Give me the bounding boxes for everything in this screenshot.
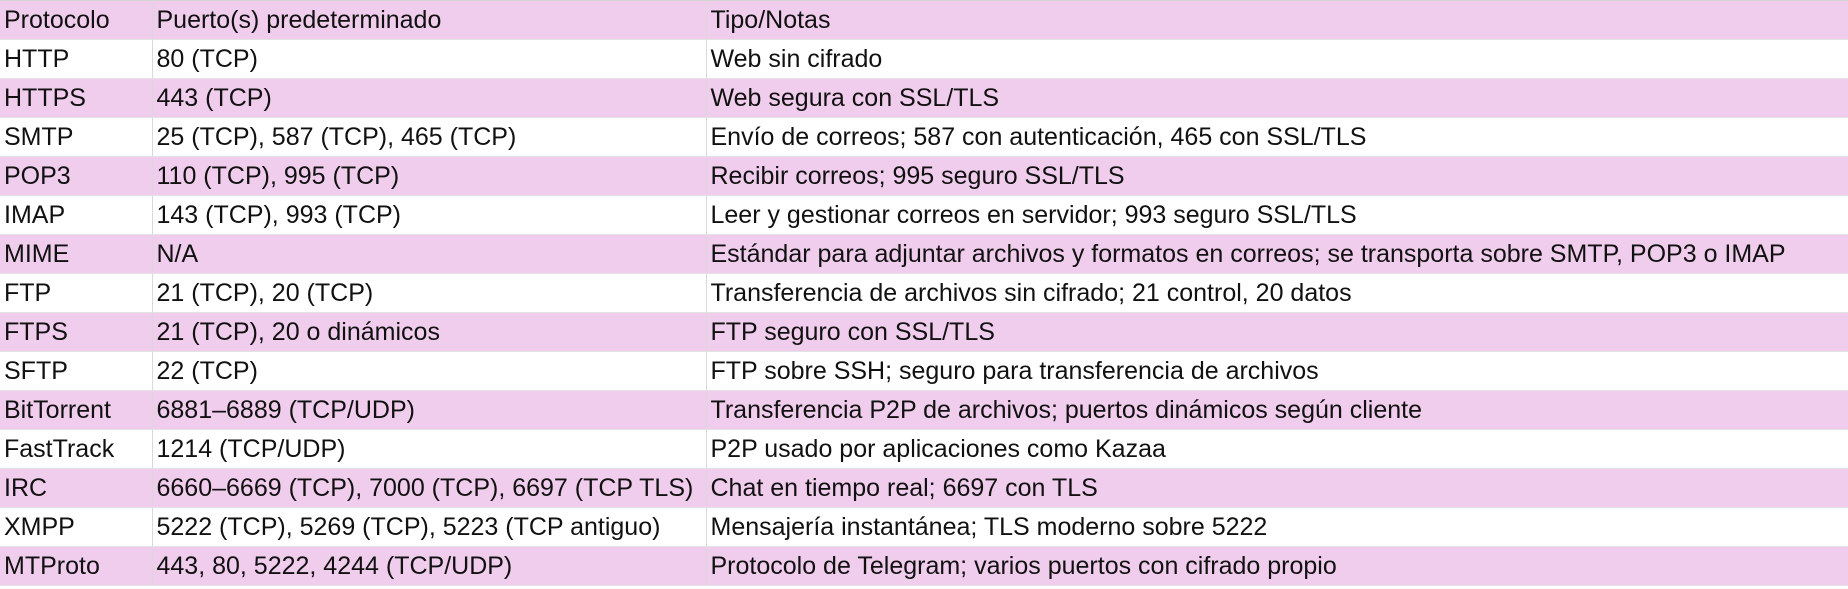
cell-notes[interactable]: Transferencia de archivos sin cifrado; 2… xyxy=(706,273,1848,313)
table-row: HTTP 80 (TCP) Web sin cifrado xyxy=(0,39,1848,79)
table-row: POP3 110 (TCP), 995 (TCP) Recibir correo… xyxy=(0,156,1848,196)
table-row: SMTP 25 (TCP), 587 (TCP), 465 (TCP) Enví… xyxy=(0,117,1848,157)
cell-protocol[interactable]: HTTP xyxy=(0,39,153,79)
cell-notes[interactable]: Envío de correos; 587 con autenticación,… xyxy=(706,117,1848,157)
cell-notes[interactable]: Recibir correos; 995 seguro SSL/TLS xyxy=(706,156,1848,196)
cell-protocol[interactable]: MIME xyxy=(0,234,153,274)
table-row: FTP 21 (TCP), 20 (TCP) Transferencia de … xyxy=(0,273,1848,313)
table-row: XMPP 5222 (TCP), 5269 (TCP), 5223 (TCP a… xyxy=(0,507,1848,547)
cell-notes[interactable]: P2P usado por aplicaciones como Kazaa xyxy=(706,429,1848,469)
table-row: BitTorrent 6881–6889 (TCP/UDP) Transfere… xyxy=(0,390,1848,430)
table-row: IRC 6660–6669 (TCP), 7000 (TCP), 6697 (T… xyxy=(0,468,1848,508)
cell-ports[interactable]: 110 (TCP), 995 (TCP) xyxy=(152,156,707,196)
cell-notes[interactable]: Web segura con SSL/TLS xyxy=(706,78,1848,118)
header-cell-ports[interactable]: Puerto(s) predeterminado xyxy=(152,0,707,40)
protocol-ports-table: Protocolo Puerto(s) predeterminado Tipo/… xyxy=(0,0,1848,586)
cell-ports[interactable]: 22 (TCP) xyxy=(152,351,707,391)
cell-notes[interactable]: Transferencia P2P de archivos; puertos d… xyxy=(706,390,1848,430)
cell-protocol[interactable]: SMTP xyxy=(0,117,153,157)
header-cell-protocol[interactable]: Protocolo xyxy=(0,0,153,40)
cell-notes[interactable]: FTP sobre SSH; seguro para transferencia… xyxy=(706,351,1848,391)
cell-ports[interactable]: 21 (TCP), 20 o dinámicos xyxy=(152,312,707,352)
cell-protocol[interactable]: BitTorrent xyxy=(0,390,153,430)
cell-protocol[interactable]: IMAP xyxy=(0,195,153,235)
table-row: FTPS 21 (TCP), 20 o dinámicos FTP seguro… xyxy=(0,312,1848,352)
table-row: MIME N/A Estándar para adjuntar archivos… xyxy=(0,234,1848,274)
cell-notes[interactable]: Leer y gestionar correos en servidor; 99… xyxy=(706,195,1848,235)
cell-protocol[interactable]: FTP xyxy=(0,273,153,313)
cell-ports[interactable]: 80 (TCP) xyxy=(152,39,707,79)
cell-ports[interactable]: 5222 (TCP), 5269 (TCP), 5223 (TCP antigu… xyxy=(152,507,707,547)
cell-notes[interactable]: Chat en tiempo real; 6697 con TLS xyxy=(706,468,1848,508)
cell-notes[interactable]: Web sin cifrado xyxy=(706,39,1848,79)
cell-notes[interactable]: Protocolo de Telegram; varios puertos co… xyxy=(706,546,1848,586)
cell-ports[interactable]: 21 (TCP), 20 (TCP) xyxy=(152,273,707,313)
cell-ports[interactable]: 143 (TCP), 993 (TCP) xyxy=(152,195,707,235)
table-row: FastTrack 1214 (TCP/UDP) P2P usado por a… xyxy=(0,429,1848,469)
cell-ports[interactable]: N/A xyxy=(152,234,707,274)
cell-protocol[interactable]: XMPP xyxy=(0,507,153,547)
cell-ports[interactable]: 6881–6889 (TCP/UDP) xyxy=(152,390,707,430)
cell-protocol[interactable]: SFTP xyxy=(0,351,153,391)
cell-ports[interactable]: 443, 80, 5222, 4244 (TCP/UDP) xyxy=(152,546,707,586)
cell-ports[interactable]: 443 (TCP) xyxy=(152,78,707,118)
cell-notes[interactable]: Mensajería instantánea; TLS moderno sobr… xyxy=(706,507,1848,547)
table-row: IMAP 143 (TCP), 993 (TCP) Leer y gestion… xyxy=(0,195,1848,235)
header-row: Protocolo Puerto(s) predeterminado Tipo/… xyxy=(0,0,1848,40)
cell-notes[interactable]: FTP seguro con SSL/TLS xyxy=(706,312,1848,352)
cell-protocol[interactable]: MTProto xyxy=(0,546,153,586)
cell-protocol[interactable]: IRC xyxy=(0,468,153,508)
cell-notes[interactable]: Estándar para adjuntar archivos y format… xyxy=(706,234,1848,274)
table-row: SFTP 22 (TCP) FTP sobre SSH; seguro para… xyxy=(0,351,1848,391)
cell-protocol[interactable]: POP3 xyxy=(0,156,153,196)
cell-ports[interactable]: 1214 (TCP/UDP) xyxy=(152,429,707,469)
header-cell-notes[interactable]: Tipo/Notas xyxy=(706,0,1848,40)
cell-protocol[interactable]: FTPS xyxy=(0,312,153,352)
cell-protocol[interactable]: FastTrack xyxy=(0,429,153,469)
spreadsheet: Protocolo Puerto(s) predeterminado Tipo/… xyxy=(0,0,1848,589)
cell-ports[interactable]: 25 (TCP), 587 (TCP), 465 (TCP) xyxy=(152,117,707,157)
cell-ports[interactable]: 6660–6669 (TCP), 7000 (TCP), 6697 (TCP T… xyxy=(152,468,707,508)
table-row: MTProto 443, 80, 5222, 4244 (TCP/UDP) Pr… xyxy=(0,546,1848,586)
table-row: HTTPS 443 (TCP) Web segura con SSL/TLS xyxy=(0,78,1848,118)
cell-protocol[interactable]: HTTPS xyxy=(0,78,153,118)
